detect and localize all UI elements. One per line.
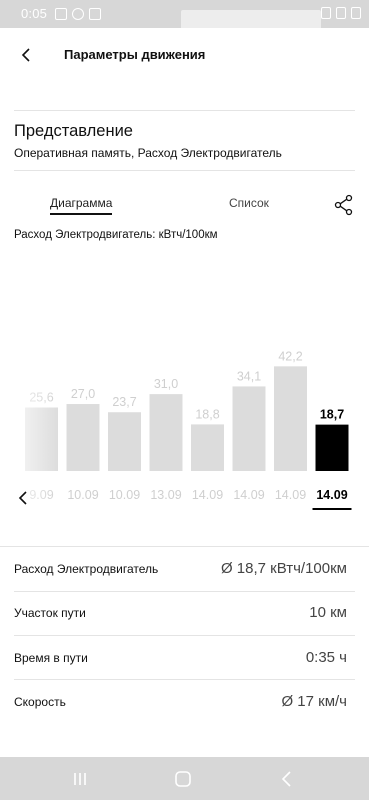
share-icon [334, 194, 353, 216]
back-arrow-icon [281, 771, 291, 787]
chart-category-label[interactable]: 13.09 [150, 488, 181, 502]
summary-row-time: Время в пути 0:35 ч [0, 636, 369, 680]
page-title: Параметры движения [64, 47, 206, 62]
system-nav-bar [0, 757, 369, 800]
chart-bar[interactable] [232, 386, 266, 471]
row-label: Скорость [14, 695, 66, 709]
bar-chart: 25,69.0927,010.0923,710.0931,013.0918,81… [0, 330, 352, 530]
share-button[interactable] [333, 194, 355, 216]
section-title: Представление [14, 122, 133, 140]
chart-prev-button[interactable] [15, 487, 33, 509]
chevron-left-icon [18, 491, 27, 505]
row-label: Расход Электродвигатель [14, 562, 159, 576]
chart-value-label: 31,0 [154, 377, 178, 391]
row-label: Участок пути [14, 606, 86, 620]
chart-value-label: 42,2 [278, 349, 302, 363]
status-time: 0:05 [21, 6, 48, 21]
chevron-left-icon [21, 48, 30, 62]
chart-value-label: 34,1 [237, 369, 261, 383]
recent-apps-button[interactable] [70, 769, 90, 789]
viber-icon [72, 8, 84, 20]
divider [14, 170, 355, 171]
chart-bar[interactable] [274, 366, 307, 471]
shopping-bag-icon [89, 8, 101, 20]
chart-category-label[interactable]: 10.09 [109, 488, 140, 502]
back-button[interactable] [14, 42, 40, 68]
row-value: 0:35 ч [305, 649, 347, 666]
status-icons [321, 7, 361, 19]
chart-category-label[interactable]: 14.09 [233, 488, 264, 502]
section-subtitle: Оперативная память, Расход Электродвигат… [14, 146, 282, 160]
recent-apps-icon [74, 773, 86, 785]
row-label: Время в пути [14, 651, 88, 665]
chart-category-label[interactable]: 14.09 [316, 488, 347, 502]
chart-bar[interactable] [108, 412, 141, 471]
divider [0, 546, 369, 547]
row-value: Ø 18,7 кВтч/100км [220, 560, 347, 577]
battery-icon [351, 7, 361, 19]
system-back-button[interactable] [277, 769, 297, 789]
chart-value-label: 18,7 [320, 408, 344, 422]
wifi-icon [321, 7, 331, 19]
chart-category-label[interactable]: 10.09 [67, 488, 98, 502]
home-button[interactable] [173, 769, 193, 789]
divider [14, 110, 355, 111]
chart-bar[interactable] [66, 404, 100, 471]
home-icon [175, 771, 191, 787]
status-bar: 0:05 [0, 0, 369, 34]
selected-category-underline [312, 508, 352, 510]
chart-bar[interactable] [315, 424, 349, 471]
chart-value-label: 23,7 [112, 395, 136, 409]
gallery-icon [55, 8, 67, 20]
header: Параметры движения [0, 28, 369, 84]
summary-row-speed: Скорость Ø 17 км/ч [0, 680, 369, 724]
row-value: 10 км [309, 604, 347, 621]
chart-value-label: 27,0 [71, 387, 95, 401]
row-value: Ø 17 км/ч [281, 693, 347, 710]
chart-bar[interactable] [149, 394, 183, 471]
chart-category-label[interactable]: 14.09 [275, 488, 306, 502]
chart-value-label: 18,8 [195, 407, 219, 421]
tab-diagram[interactable]: Диаграмма [50, 196, 113, 215]
tab-list[interactable]: Список [229, 196, 269, 210]
chart-title: Расход Электродвигатель: кВтч/100км [14, 229, 218, 241]
summary-row-distance: Участок пути 10 км [0, 592, 369, 636]
chart-bar[interactable] [191, 424, 224, 471]
signal-icon [336, 7, 346, 19]
chart-category-label[interactable]: 14.09 [192, 488, 223, 502]
summary-row-consumption: Расход Электродвигатель Ø 18,7 кВтч/100к… [0, 548, 369, 592]
